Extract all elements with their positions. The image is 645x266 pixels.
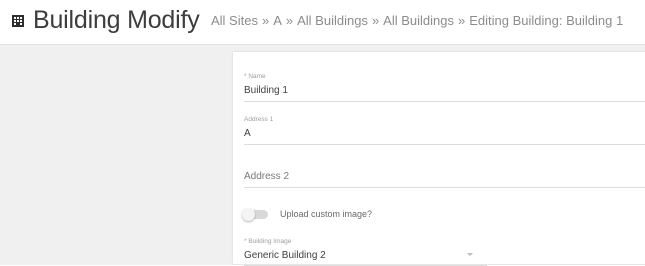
address2-input[interactable]: Address 2 bbox=[244, 170, 645, 187]
breadcrumb-all-buildings-2[interactable]: All Buildings bbox=[383, 13, 454, 28]
upload-custom-image-toggle[interactable] bbox=[242, 207, 268, 221]
address1-input[interactable]: A bbox=[244, 127, 645, 144]
breadcrumb-site-a[interactable]: A bbox=[273, 13, 282, 28]
upload-custom-image-label: Upload custom image? bbox=[280, 209, 373, 219]
breadcrumb: All Sites» A» All Buildings» All Buildings»… bbox=[211, 11, 623, 31]
breadcrumb-separator: » bbox=[285, 13, 294, 28]
breadcrumb-separator: » bbox=[261, 13, 270, 28]
name-field[interactable]: * Name Building 1 bbox=[244, 72, 645, 102]
page-header: Building Modify All Sites» A» All Building… bbox=[0, 0, 645, 44]
address1-field[interactable]: Address 1 A bbox=[244, 115, 645, 145]
upload-custom-image-toggle-row[interactable]: Upload custom image? bbox=[242, 207, 373, 221]
breadcrumb-all-sites[interactable]: All Sites bbox=[211, 13, 258, 28]
breadcrumb-all-buildings[interactable]: All Buildings bbox=[297, 13, 368, 28]
building-form-card: * Name Building 1 Address 1 A Address 2 … bbox=[233, 52, 645, 266]
toggle-thumb bbox=[242, 207, 255, 221]
building-image-select[interactable]: * Building Image Generic Building 2 bbox=[244, 237, 487, 266]
breadcrumb-current: Editing Building: Building 1 bbox=[469, 13, 624, 28]
breadcrumb-separator: » bbox=[371, 13, 380, 28]
address1-label: Address 1 bbox=[244, 116, 274, 123]
page-title: Building Modify bbox=[33, 6, 200, 34]
chevron-down-icon[interactable] bbox=[467, 253, 473, 256]
building-image-selected-value[interactable]: Generic Building 2 bbox=[244, 249, 487, 265]
name-input[interactable]: Building 1 bbox=[244, 84, 645, 101]
building-image-label: * Building Image bbox=[244, 238, 292, 245]
name-label: * Name bbox=[244, 73, 266, 80]
building-icon bbox=[12, 15, 24, 27]
breadcrumb-separator: » bbox=[458, 13, 466, 28]
address2-field[interactable]: Address 2 bbox=[244, 170, 645, 188]
